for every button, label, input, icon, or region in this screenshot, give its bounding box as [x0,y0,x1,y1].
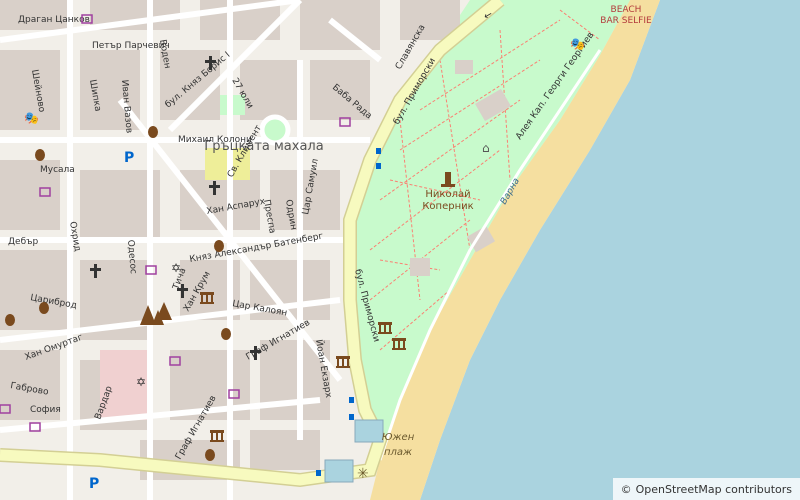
amphora-icon [5,314,15,326]
museum-icon [210,430,224,442]
theatre-icon: 🎭 [570,37,585,51]
beach-label-line1: Южен [382,432,415,443]
museum-icon [392,338,406,350]
attribution-link[interactable]: OpenStreetMap contributors [636,483,792,496]
street-label-musala: Мусала [40,165,75,175]
shelter-icon: ⌂ [482,141,490,155]
parking-icon: P [124,150,134,166]
amphora-icon [39,302,49,314]
amphora-icon [221,328,231,340]
street-label-debar: Дебър [8,237,38,247]
monument-label-line1: Николай [425,189,470,200]
beach-label-line2: плаж [384,447,412,458]
bar-label-line2: BAR SELFIE [600,16,652,26]
museum-icon [200,292,214,304]
parking-icon: P [89,476,99,492]
synagogue-icon: ✡ [171,261,181,275]
museum-icon [378,322,392,334]
museum-icon [336,356,350,368]
amphora-icon [214,240,224,252]
amphora-icon [205,449,215,461]
map-attribution: © OpenStreetMap contributors [612,478,800,500]
pool-2 [324,459,354,483]
monument-label-line2: Коперник [422,201,473,212]
amphora-icon [35,149,45,161]
street-label-sofia: София [30,405,61,415]
bar-label-line1: BEACH [611,5,642,15]
street-label-drangan-tsankov: Драган Цанков [18,15,90,25]
theatre-icon: 🎭 [24,111,39,125]
street-label-mihail-koloni: Михаил Колони [178,135,252,145]
map-canvas[interactable]: Гръцката махала Драган Цанков Петър Парч… [0,0,800,500]
beach-icon: ✳ [357,466,369,482]
synagogue-icon: ✡ [136,375,146,389]
pool-1 [354,419,384,443]
copyright-icon: © [620,482,632,496]
amphora-icon [148,126,158,138]
